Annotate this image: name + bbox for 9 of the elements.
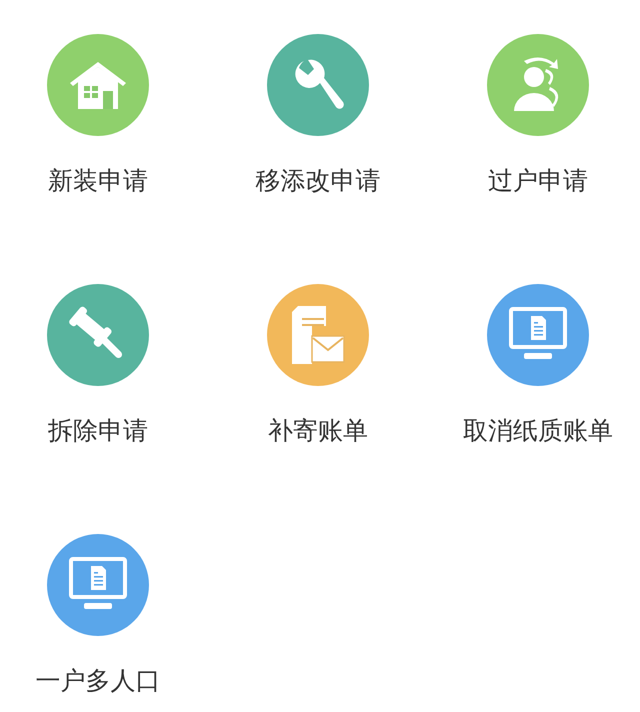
service-label: 过户申请: [488, 166, 588, 196]
service-label: 拆除申请: [48, 416, 148, 446]
service-label: 新装申请: [48, 166, 148, 196]
service-label: 一户多人口: [36, 666, 160, 696]
document-envelope-icon: [290, 304, 346, 366]
house-icon: [68, 59, 128, 111]
service-label: 取消纸质账单: [463, 416, 613, 446]
service-label: 补寄账单: [268, 416, 368, 446]
service-label: 移添改申请: [256, 166, 380, 196]
